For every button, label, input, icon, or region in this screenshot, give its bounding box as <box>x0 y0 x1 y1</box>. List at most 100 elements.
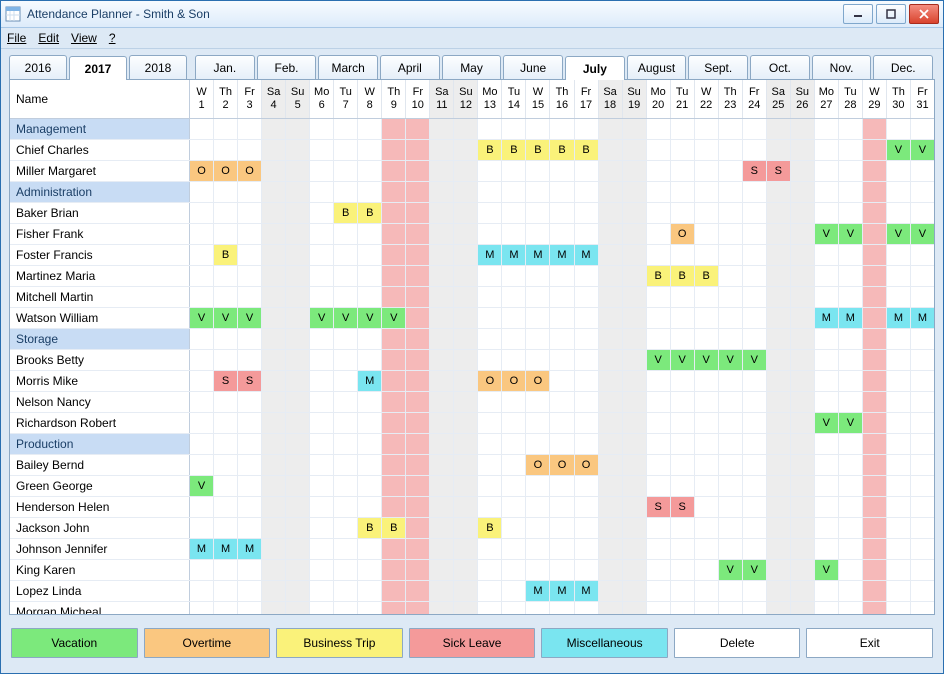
day-cell[interactable] <box>599 560 623 580</box>
day-cell[interactable] <box>839 245 863 265</box>
day-cell[interactable] <box>214 455 238 475</box>
day-cell[interactable] <box>382 371 406 391</box>
day-cell[interactable]: O <box>526 371 550 391</box>
day-cell[interactable] <box>190 518 214 538</box>
day-cell[interactable] <box>839 518 863 538</box>
day-cell[interactable] <box>310 602 334 614</box>
day-cell[interactable] <box>454 308 478 328</box>
person-name[interactable]: Brooks Betty <box>10 350 190 370</box>
day-cell[interactable] <box>623 287 647 307</box>
day-cell[interactable] <box>575 266 599 286</box>
day-cell[interactable] <box>623 602 647 614</box>
day-cell[interactable] <box>550 224 574 244</box>
day-cell[interactable] <box>406 245 430 265</box>
day-cell[interactable]: M <box>911 308 934 328</box>
day-cell[interactable] <box>815 476 839 496</box>
day-cell[interactable] <box>839 371 863 391</box>
day-cell[interactable] <box>743 413 767 433</box>
day-cell[interactable]: V <box>382 308 406 328</box>
day-cell[interactable] <box>454 581 478 601</box>
day-cell[interactable] <box>430 266 454 286</box>
day-cell[interactable] <box>334 560 358 580</box>
day-cell[interactable] <box>262 161 286 181</box>
day-cell[interactable] <box>238 203 262 223</box>
day-cell[interactable] <box>911 413 934 433</box>
day-cell[interactable] <box>623 140 647 160</box>
day-cell[interactable] <box>190 350 214 370</box>
day-cell[interactable] <box>502 560 526 580</box>
person-name[interactable]: Mitchell Martin <box>10 287 190 307</box>
day-cell[interactable] <box>334 245 358 265</box>
day-cell[interactable] <box>310 560 334 580</box>
day-cell[interactable] <box>839 266 863 286</box>
day-cell[interactable] <box>334 392 358 412</box>
person-name[interactable]: Henderson Helen <box>10 497 190 517</box>
day-cell[interactable] <box>550 539 574 559</box>
day-cell[interactable] <box>671 203 695 223</box>
day-cell[interactable] <box>839 392 863 412</box>
day-cell[interactable] <box>406 140 430 160</box>
day-cell[interactable] <box>671 245 695 265</box>
day-cell[interactable] <box>502 308 526 328</box>
day-cell[interactable] <box>599 413 623 433</box>
day-cell[interactable] <box>526 350 550 370</box>
day-cell[interactable] <box>791 602 815 614</box>
day-cell[interactable] <box>647 287 671 307</box>
day-cell[interactable]: B <box>550 140 574 160</box>
day-cell[interactable] <box>358 287 382 307</box>
day-cell[interactable] <box>190 560 214 580</box>
day-cell[interactable] <box>502 203 526 223</box>
day-cell[interactable] <box>550 476 574 496</box>
day-cell[interactable] <box>647 161 671 181</box>
day-cell[interactable] <box>599 476 623 496</box>
day-cell[interactable] <box>887 455 911 475</box>
day-cell[interactable] <box>911 518 934 538</box>
day-cell[interactable] <box>911 203 934 223</box>
day-cell[interactable] <box>310 350 334 370</box>
person-name[interactable]: Nelson Nancy <box>10 392 190 412</box>
day-cell[interactable] <box>358 497 382 517</box>
day-cell[interactable]: V <box>671 350 695 370</box>
day-cell[interactable] <box>911 560 934 580</box>
day-cell[interactable] <box>238 476 262 496</box>
person-name[interactable]: Morgan Micheal <box>10 602 190 614</box>
day-cell[interactable] <box>815 350 839 370</box>
day-cell[interactable] <box>623 266 647 286</box>
day-cell[interactable] <box>454 203 478 223</box>
day-cell[interactable] <box>526 308 550 328</box>
day-cell[interactable]: S <box>671 497 695 517</box>
day-cell[interactable] <box>767 518 791 538</box>
day-cell[interactable] <box>575 308 599 328</box>
day-cell[interactable] <box>526 539 550 559</box>
person-name[interactable]: Fisher Frank <box>10 224 190 244</box>
day-cell[interactable] <box>911 371 934 391</box>
day-cell[interactable] <box>454 560 478 580</box>
day-cell[interactable] <box>743 287 767 307</box>
day-cell[interactable] <box>190 224 214 244</box>
sick-leave-button[interactable]: Sick Leave <box>409 628 536 658</box>
day-cell[interactable]: S <box>743 161 767 181</box>
day-cell[interactable] <box>911 245 934 265</box>
month-tab-feb[interactable]: Feb. <box>257 55 317 79</box>
day-cell[interactable] <box>647 245 671 265</box>
day-cell[interactable] <box>671 518 695 538</box>
day-cell[interactable] <box>190 455 214 475</box>
day-cell[interactable] <box>334 224 358 244</box>
day-cell[interactable] <box>430 350 454 370</box>
day-cell[interactable] <box>839 161 863 181</box>
day-cell[interactable] <box>310 203 334 223</box>
person-name[interactable]: Richardson Robert <box>10 413 190 433</box>
day-cell[interactable]: O <box>526 455 550 475</box>
day-cell[interactable] <box>190 140 214 160</box>
day-cell[interactable] <box>478 497 502 517</box>
day-cell[interactable]: O <box>214 161 238 181</box>
day-cell[interactable]: B <box>358 203 382 223</box>
day-cell[interactable] <box>502 518 526 538</box>
day-cell[interactable] <box>671 308 695 328</box>
day-cell[interactable] <box>502 455 526 475</box>
day-cell[interactable] <box>406 476 430 496</box>
day-cell[interactable] <box>791 140 815 160</box>
day-cell[interactable] <box>358 266 382 286</box>
day-cell[interactable] <box>695 140 719 160</box>
day-cell[interactable] <box>454 392 478 412</box>
